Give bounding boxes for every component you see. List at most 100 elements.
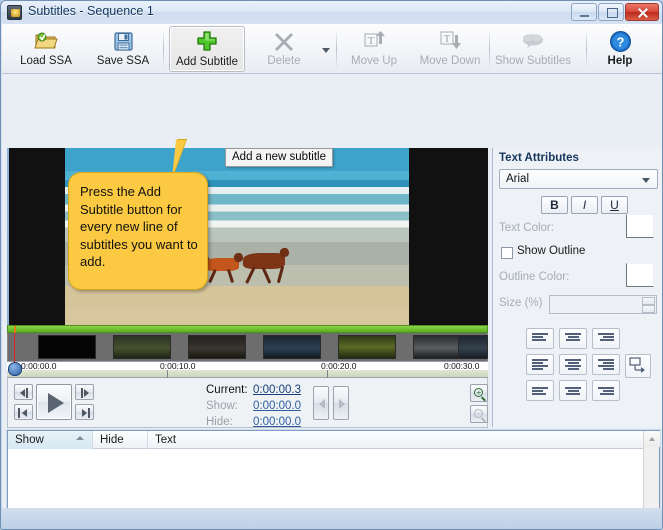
move-down-label: Move Down	[419, 55, 481, 67]
step-forward-bar	[81, 388, 83, 398]
align-bottom-center-button[interactable]	[559, 380, 587, 401]
current-time-value[interactable]: 0:00:00.3	[253, 384, 301, 396]
bold-button[interactable]: B	[541, 196, 568, 214]
green-plus-icon	[195, 30, 219, 54]
text-up-arrow-icon: T	[362, 29, 386, 53]
chevron-down-icon[interactable]	[322, 48, 330, 53]
step-back-bar	[26, 388, 28, 398]
font-select[interactable]: Arial	[499, 169, 658, 189]
size-spinner-down[interactable]	[642, 305, 655, 313]
size-spinner-up[interactable]	[642, 297, 655, 305]
go-to-start-button[interactable]	[14, 404, 33, 420]
subtitles-window: Subtitles - Sequence 1 Load SSA Save SSA…	[0, 0, 663, 530]
add-subtitle-label: Add Subtitle	[175, 56, 238, 68]
maximize-button[interactable]	[598, 3, 624, 21]
show-time-value[interactable]: 0:00:00.0	[253, 400, 301, 412]
close-button[interactable]	[625, 3, 659, 21]
delete-button: Delete	[254, 26, 314, 72]
toolbar-separator-2	[336, 29, 337, 69]
hide-time-value[interactable]: 0:00:00.0	[253, 416, 301, 428]
minimize-button[interactable]	[571, 3, 597, 21]
size-input[interactable]	[549, 295, 657, 314]
custom-position-button[interactable]	[625, 354, 651, 378]
plus-glyph: +	[476, 388, 482, 397]
align-middle-left-button[interactable]	[526, 354, 554, 375]
transport-panel: Current: Show: Hide: 0:00:00.3 0:00:00.0…	[7, 378, 488, 428]
zoom-in-button[interactable]: +	[470, 384, 488, 402]
show-subtitles-button: Show Subtitles	[495, 26, 571, 72]
go-to-end-button[interactable]	[75, 404, 94, 420]
filmstrip-thumb	[38, 335, 96, 359]
text-attributes-panel: Text Attributes Arial B I U Text Color: …	[492, 148, 662, 427]
horse-leg	[208, 269, 217, 283]
ruler-mark	[327, 370, 328, 378]
timeline-scrollband[interactable]	[7, 370, 488, 378]
move-up-label: Move Up	[350, 55, 398, 67]
horse-leg	[261, 267, 271, 284]
filmstrip[interactable]	[7, 333, 488, 361]
instruction-callout: Press the Add Subtitle button for every …	[68, 172, 208, 290]
title-bar[interactable]: Subtitles - Sequence 1	[1, 1, 662, 24]
save-ssa-label: Save SSA	[96, 55, 150, 67]
ruler-mark	[167, 370, 168, 378]
filmstrip-thumb	[263, 335, 321, 359]
column-header-show-label: Show	[15, 434, 44, 446]
horse-leg	[245, 266, 256, 284]
align-bottom-left-button[interactable]	[526, 380, 554, 401]
scroll-up-arrow-icon	[649, 437, 655, 441]
column-header-hide[interactable]: Hide	[93, 431, 148, 449]
play-button[interactable]	[36, 384, 72, 420]
hide-label: Hide:	[206, 416, 233, 428]
previous-frame-button[interactable]	[14, 384, 33, 400]
show-outline-checkbox[interactable]	[501, 247, 513, 259]
align-bottom-right-button[interactable]	[592, 380, 620, 401]
move-down-button: T Move Down	[413, 26, 487, 72]
delete-label: Delete	[267, 55, 301, 67]
align-middle-center-button[interactable]	[559, 354, 587, 375]
mark-out-icon	[339, 399, 345, 409]
text-color-label: Text Color:	[499, 222, 554, 234]
playhead-handle[interactable]	[8, 362, 22, 376]
align-top-left-button[interactable]	[526, 328, 554, 349]
show-label: Show:	[206, 400, 238, 412]
open-folder-icon	[34, 29, 58, 53]
column-header-text[interactable]: Text	[148, 431, 645, 449]
move-up-button: T Move Up	[343, 26, 405, 72]
align-top-right-button[interactable]	[592, 328, 620, 349]
minus-glyph: −	[476, 409, 482, 418]
text-color-swatch[interactable]	[626, 214, 654, 238]
help-button[interactable]: ? Help	[596, 26, 644, 72]
filmstrip-thumb	[188, 335, 246, 359]
mark-in-button[interactable]	[313, 386, 329, 420]
mark-out-button[interactable]	[333, 386, 349, 420]
save-ssa-button[interactable]: Save SSA	[91, 26, 155, 72]
font-select-value: Arial	[506, 173, 530, 185]
filmstrip-thumb	[458, 335, 488, 359]
step-back-icon	[20, 389, 25, 397]
align-middle-right-button[interactable]	[592, 354, 620, 375]
outline-color-label: Outline Color:	[499, 271, 570, 283]
timeline-ruler[interactable]: 0:00:00.0 0:00:10.0 0:00:20.0 0:00:30.0	[7, 361, 488, 371]
next-frame-button[interactable]	[75, 384, 94, 400]
speech-cloud-icon	[520, 29, 546, 53]
toolbar-separator-1	[163, 29, 164, 69]
window-title: Subtitles - Sequence 1	[28, 4, 154, 18]
gray-x-icon	[272, 29, 296, 53]
align-top-center-button[interactable]	[559, 328, 587, 349]
timeline-green-bar[interactable]	[7, 325, 488, 334]
zoom-out-button: −	[470, 405, 488, 423]
scroll-up-button[interactable]	[644, 431, 660, 447]
underline-button[interactable]: U	[601, 196, 628, 214]
add-subtitle-button[interactable]: Add Subtitle	[169, 26, 245, 72]
outline-color-swatch[interactable]	[626, 263, 654, 287]
help-label: Help	[607, 55, 633, 67]
toolbar-separator-3	[489, 29, 490, 69]
horse-leg	[226, 268, 234, 284]
filmstrip-thumb	[338, 335, 396, 359]
column-header-show[interactable]: Show	[8, 431, 93, 449]
load-ssa-button[interactable]: Load SSA	[14, 26, 78, 72]
floppy-disk-icon	[113, 29, 134, 53]
italic-button[interactable]: I	[571, 196, 598, 214]
show-outline-label: Show Outline	[517, 245, 586, 257]
show-subtitles-label: Show Subtitles	[494, 55, 572, 67]
